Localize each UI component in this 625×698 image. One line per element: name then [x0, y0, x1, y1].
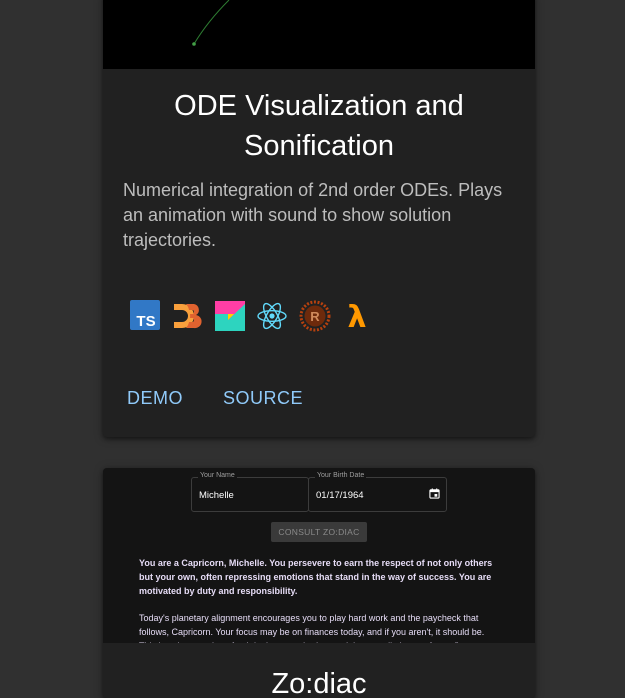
svg-text:TS: TS: [136, 313, 155, 330]
demo-button[interactable]: DEMO: [127, 388, 183, 409]
trajectory-curve: [192, 0, 230, 46]
horoscope-daily: Today's planetary alignment encourages y…: [139, 613, 490, 643]
webgl-icon: [215, 301, 245, 331]
birth-date-label: Your Birth Date: [315, 472, 367, 479]
d3-icon: [174, 304, 202, 329]
project-title: Zo:diac: [271, 668, 367, 698]
horoscope-summary: You are a Capricorn, Michelle. You perse…: [139, 558, 493, 596]
birth-date-field[interactable]: Your Birth Date 01/17/1964: [308, 472, 447, 512]
project-description: Numerical integration of 2nd order ODEs.…: [123, 180, 503, 250]
svg-text:R: R: [310, 309, 320, 324]
project-title: ODE Visualization and Sonification: [174, 90, 464, 162]
rust-icon: R: [299, 300, 331, 332]
project-card-zodiac: Your Name Michelle Your Birth Date 01/17…: [103, 468, 535, 698]
ode-animation-preview: [103, 0, 535, 69]
lambda-icon: λ: [348, 300, 367, 332]
name-field-value: Michelle: [199, 490, 234, 501]
zodiac-app-preview: Your Name Michelle Your Birth Date 01/17…: [103, 468, 535, 643]
svg-text:λ: λ: [348, 300, 367, 332]
source-button[interactable]: SOURCE: [223, 388, 303, 409]
calendar-icon[interactable]: [429, 488, 440, 499]
project-card-ode: ODE Visualization and Sonification Numer…: [103, 0, 535, 437]
name-field[interactable]: Your Name Michelle: [191, 472, 309, 512]
consult-button[interactable]: CONSULT ZO:DIAC: [271, 522, 367, 542]
birth-date-value: 01/17/1964: [316, 490, 364, 501]
typescript-icon: TS: [130, 300, 160, 330]
name-field-label: Your Name: [198, 472, 237, 479]
react-icon: [257, 302, 287, 330]
